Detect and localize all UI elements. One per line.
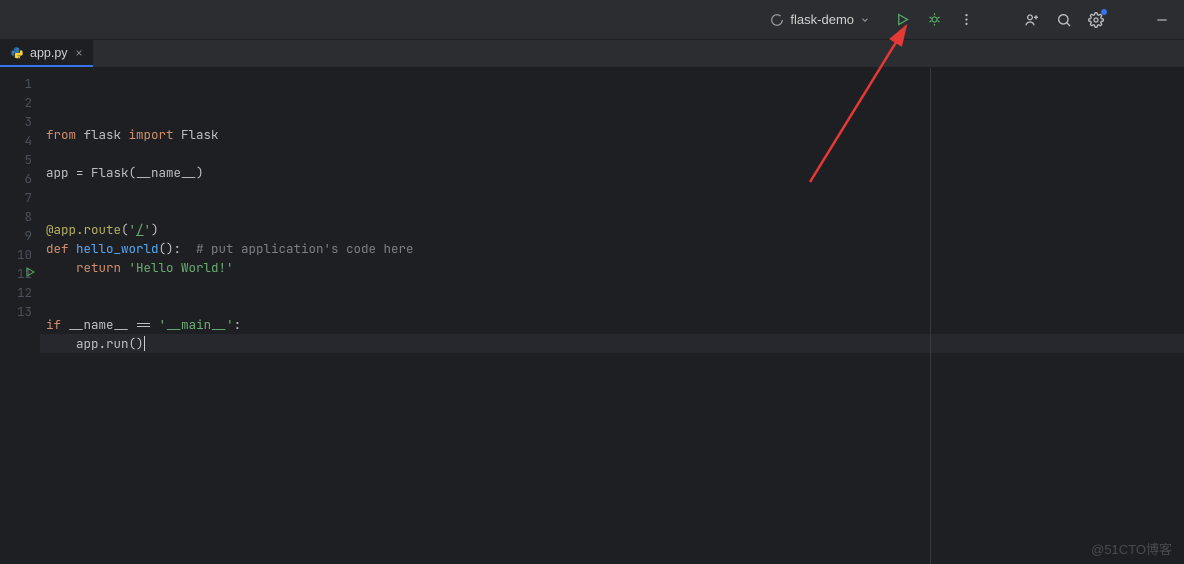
- code-line[interactable]: [40, 144, 1184, 163]
- line-number: 7: [0, 188, 40, 207]
- line-number: 10: [0, 245, 40, 264]
- line-number: 11: [0, 264, 40, 283]
- code-line[interactable]: app.run(): [40, 334, 1184, 353]
- run-config-selector[interactable]: flask-demo: [762, 8, 878, 31]
- debug-button[interactable]: [920, 6, 948, 34]
- code-line[interactable]: from flask import Flask: [40, 125, 1184, 144]
- code-with-me-button[interactable]: [1018, 6, 1046, 34]
- line-number: 5: [0, 150, 40, 169]
- watermark-text: @51CTO博客: [1091, 539, 1172, 558]
- line-number: 3: [0, 112, 40, 131]
- code-area[interactable]: from flask import Flask app = Flask(__nam…: [40, 68, 1184, 564]
- python-file-icon: [10, 46, 24, 60]
- run-gutter-icon[interactable]: [24, 266, 38, 280]
- search-everywhere-button[interactable]: [1050, 6, 1078, 34]
- code-line[interactable]: if __name__ == '__main__':: [40, 315, 1184, 334]
- right-margin-guide: [930, 68, 931, 564]
- code-line[interactable]: [40, 182, 1184, 201]
- code-line[interactable]: return 'Hello World!': [40, 258, 1184, 277]
- code-line[interactable]: [40, 353, 1184, 372]
- line-number: 2: [0, 93, 40, 112]
- line-number: 1: [0, 74, 40, 93]
- line-number-gutter: 12345678910111213: [0, 68, 40, 564]
- run-config-prefix-icon: [770, 13, 784, 27]
- line-number: 4: [0, 131, 40, 150]
- settings-button[interactable]: [1082, 6, 1110, 34]
- code-line[interactable]: def hello_world(): # put application's c…: [40, 239, 1184, 258]
- line-number: 13: [0, 302, 40, 321]
- code-line[interactable]: [40, 296, 1184, 315]
- run-button[interactable]: [888, 6, 916, 34]
- code-line[interactable]: [40, 277, 1184, 296]
- run-config-label: flask-demo: [790, 12, 854, 27]
- code-line[interactable]: [40, 201, 1184, 220]
- more-actions-button[interactable]: [952, 6, 980, 34]
- line-number: 9: [0, 226, 40, 245]
- line-number: 12: [0, 283, 40, 302]
- top-toolbar: flask-demo: [0, 0, 1184, 40]
- code-editor[interactable]: 12345678910111213 from flask import Flas…: [0, 68, 1184, 564]
- chevron-down-icon: [860, 15, 870, 25]
- editor-tabs-bar: app.py ×: [0, 40, 1184, 68]
- close-tab-icon[interactable]: ×: [76, 46, 83, 60]
- editor-tab-app-py[interactable]: app.py ×: [0, 40, 93, 67]
- minimize-button[interactable]: [1148, 6, 1176, 34]
- line-number: 8: [0, 207, 40, 226]
- tab-filename-label: app.py: [30, 46, 68, 60]
- line-number: 6: [0, 169, 40, 188]
- code-line[interactable]: @app.route('/'): [40, 220, 1184, 239]
- code-line[interactable]: app = Flask(__name__): [40, 163, 1184, 182]
